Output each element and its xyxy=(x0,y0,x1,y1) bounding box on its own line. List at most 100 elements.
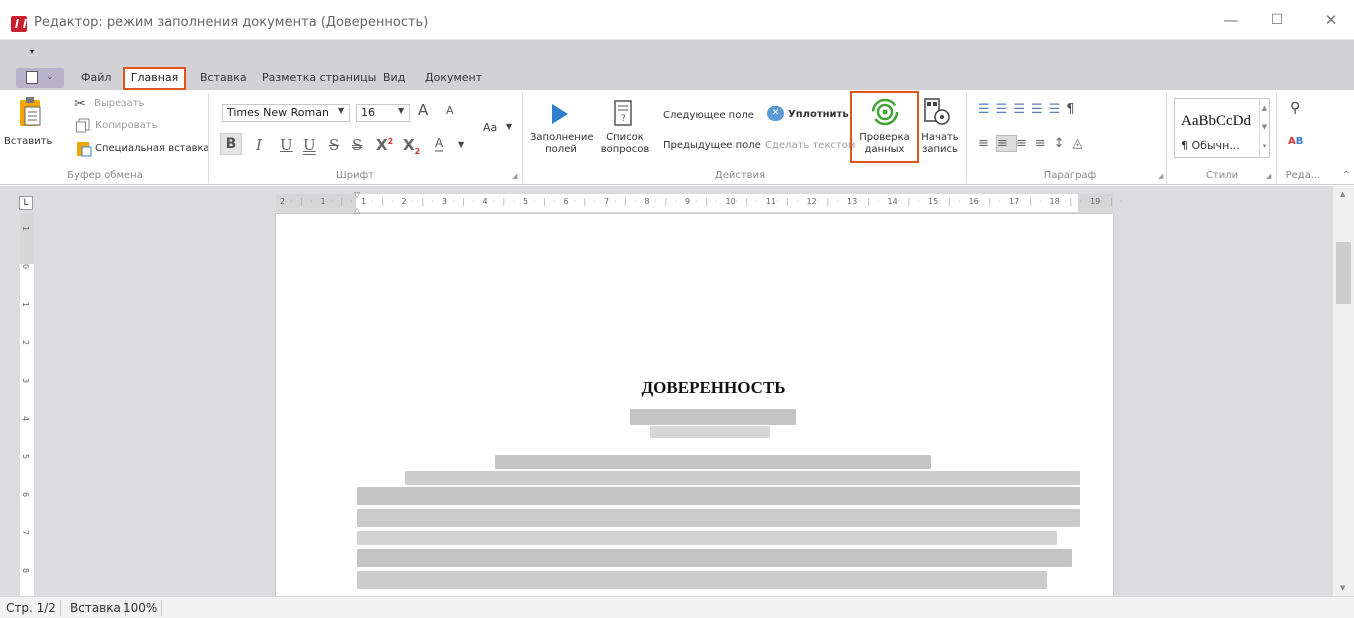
ruler-tick: | xyxy=(421,197,425,206)
find-binoculars-icon[interactable]: ⚲ xyxy=(1290,100,1300,116)
group-divider xyxy=(966,93,967,183)
ruler-tick: | xyxy=(826,197,830,206)
line-spacing-icon[interactable]: ↕ xyxy=(1054,136,1073,151)
style-normal: ¶ Обычн... xyxy=(1181,139,1240,152)
bullets-icon[interactable]: ☰ xyxy=(978,102,996,117)
bold-button[interactable]: B xyxy=(220,133,242,155)
pilcrow-icon[interactable]: ¶ xyxy=(1066,102,1080,117)
ruler-tick: | xyxy=(1069,197,1073,206)
start-record-button[interactable]: Начать запись xyxy=(920,94,960,160)
indent-marker-icon[interactable]: ▽ xyxy=(354,190,360,199)
ruler-tick: · xyxy=(310,197,313,206)
compact-icon: ✕ xyxy=(767,106,784,121)
ruler-number: 6 xyxy=(21,491,31,498)
dialog-launcher-icon[interactable]: ◢ xyxy=(1266,172,1271,180)
subscript-label: X xyxy=(403,136,415,154)
font-color-button[interactable]: A xyxy=(435,136,444,152)
redacted-text xyxy=(630,409,796,425)
tab-page-layout[interactable]: Разметка страницы xyxy=(262,71,376,84)
ruler-tick: · xyxy=(492,197,496,206)
italic-button[interactable]: I xyxy=(256,136,262,154)
maximize-button[interactable]: ☐ xyxy=(1254,6,1300,34)
chevron-down-icon[interactable]: ▼ xyxy=(458,140,464,149)
underline-button[interactable]: U xyxy=(280,136,293,154)
quick-access-dropdown-icon[interactable]: ▾ xyxy=(30,47,34,56)
minimize-button[interactable]: — xyxy=(1208,6,1254,34)
vruler-numbers: 1 0 1 2 3 4 5 6 7 8 xyxy=(20,214,34,596)
ruler-number: 5 xyxy=(523,197,529,206)
align-right-icon[interactable]: ≡ xyxy=(1016,136,1035,151)
double-strikethrough-button[interactable]: S xyxy=(352,136,362,154)
ruler-number: 13 xyxy=(847,197,858,206)
record-icon xyxy=(924,98,950,125)
collapse-ribbon-icon[interactable]: ⌃ xyxy=(1342,170,1350,181)
double-underline-button[interactable]: U xyxy=(303,136,316,154)
ruler-tick: | xyxy=(624,197,627,206)
styles-gallery[interactable]: AaBbCcDd ¶ Обычн... ▲ ▼ ▾ xyxy=(1174,98,1270,158)
style-preview: AaBbCcDd xyxy=(1181,113,1251,129)
app-menu-button[interactable]: ⌄ xyxy=(16,68,64,88)
question-list-button[interactable]: ? Список вопросов xyxy=(598,96,652,162)
status-mode[interactable]: Вставка xyxy=(66,600,126,616)
chevron-down-icon[interactable]: ▼ xyxy=(506,122,512,131)
shading-icon[interactable]: ◬ xyxy=(1073,136,1091,151)
subscript-button[interactable]: X2 xyxy=(403,136,420,156)
strikethrough-button[interactable]: S xyxy=(329,136,339,154)
cut-label: Вырезать xyxy=(94,98,145,109)
tab-stop-selector[interactable]: L xyxy=(19,196,33,210)
check-data-button[interactable]: Проверка данных xyxy=(852,94,917,160)
chevron-down-icon[interactable]: ▼ xyxy=(398,106,404,115)
status-bar xyxy=(0,596,1354,618)
justify-icon[interactable]: ≡ xyxy=(1035,136,1054,151)
close-button[interactable]: ✕ xyxy=(1308,6,1354,34)
scroll-down-icon[interactable]: ▼ xyxy=(1340,584,1345,592)
scroll-up-icon[interactable]: ▲ xyxy=(1340,190,1345,198)
numbering-icon[interactable]: ☰ xyxy=(996,102,1014,117)
grow-font-button[interactable]: A xyxy=(418,101,428,119)
ruler-number: 18 xyxy=(1049,197,1060,206)
tab-view[interactable]: Вид xyxy=(383,71,405,84)
prev-field-button[interactable]: Предыдущее поле xyxy=(663,140,761,151)
special-paste-icon xyxy=(77,142,92,157)
styles-scroll[interactable]: ▲ ▼ ▾ xyxy=(1259,99,1269,157)
chevron-down-icon[interactable]: ▼ xyxy=(338,106,344,115)
ruler-tick: | xyxy=(300,197,303,206)
shrink-font-button[interactable]: A xyxy=(446,104,454,117)
ruler-number: 14 xyxy=(887,197,898,206)
ruler-tick: | xyxy=(543,197,546,206)
ruler-number: 11 xyxy=(766,197,777,206)
dialog-launcher-icon[interactable]: ◢ xyxy=(1158,172,1163,180)
ruler-number: 0 xyxy=(21,263,31,270)
tab-insert[interactable]: Вставка xyxy=(200,71,247,84)
paste-button[interactable]: Вставить xyxy=(4,96,60,160)
ruler-tick: · xyxy=(553,197,556,206)
status-zoom[interactable]: 100% xyxy=(119,600,163,616)
fill-fields-button[interactable]: Заполнение полей xyxy=(530,96,594,162)
ruler-number: 12 xyxy=(806,197,817,206)
replace-icon[interactable]: AB xyxy=(1288,136,1303,147)
scissors-icon: ✂ xyxy=(74,96,86,112)
ruler-number: 9 xyxy=(685,197,691,206)
ruler-tick: · xyxy=(330,197,334,206)
change-case-button[interactable]: Aa xyxy=(483,121,497,134)
scrollbar-thumb[interactable] xyxy=(1336,242,1351,304)
multilevel-icon[interactable]: ☰ xyxy=(1013,102,1031,117)
ruler-number: 16 xyxy=(968,197,979,206)
align-center-icon[interactable]: ≡ xyxy=(995,135,1017,152)
font-family-select[interactable]: Times New Roman xyxy=(222,104,350,122)
superscript-button[interactable]: X2 xyxy=(376,136,393,154)
tab-home[interactable]: Главная xyxy=(123,67,186,90)
tab-document[interactable]: Документ xyxy=(425,71,482,84)
dialog-launcher-icon[interactable]: ◢ xyxy=(512,172,517,180)
next-field-button[interactable]: Следующее поле xyxy=(663,110,754,121)
decrease-indent-icon[interactable]: ☰ xyxy=(1031,102,1049,117)
copy-icon xyxy=(76,118,90,133)
ruler-number: 1 xyxy=(21,225,31,232)
ruler-number: 2 xyxy=(280,197,286,206)
ruler-tick: · xyxy=(634,197,637,206)
increase-indent-icon[interactable]: ☰ xyxy=(1049,102,1067,117)
align-left-icon[interactable]: ≡ xyxy=(978,136,997,151)
tab-file[interactable]: Файл xyxy=(81,71,111,84)
make-text-button[interactable]: Сделать текстом xyxy=(765,140,855,151)
fill-fields-label: Заполнение полей xyxy=(530,132,594,155)
